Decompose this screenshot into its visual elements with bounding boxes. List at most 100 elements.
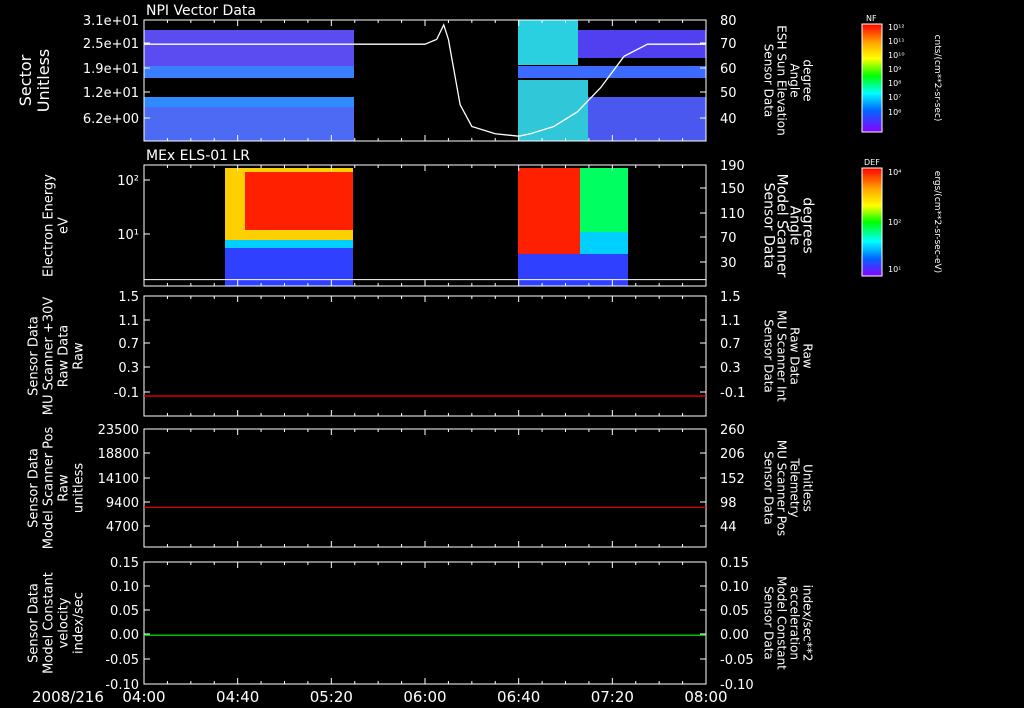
- y-tick-label-right: -0.05: [720, 653, 754, 668]
- y-tick-label-right: 44: [720, 520, 737, 535]
- y-tick-label-right: 150: [720, 182, 745, 197]
- y-tick-label-left: 0.7: [118, 337, 139, 352]
- colorbar-def: [861, 167, 883, 277]
- colorbar-tick-nf: 10⁹: [888, 65, 901, 74]
- npi-after-low-cyan: [518, 80, 588, 141]
- colorbar-tick-nf: 10¹¹: [888, 37, 905, 46]
- npi-after-upper: [518, 20, 578, 65]
- time-tick-label: 06:00: [403, 688, 446, 706]
- y-tick-label-left: 4700: [106, 520, 139, 535]
- npi-band-mid: [144, 66, 354, 78]
- y-tick-label-right: 0.05: [720, 604, 749, 619]
- y-tick-label-right: 70: [720, 37, 737, 52]
- colorbar-tick-nf: 10⁶: [888, 108, 901, 117]
- y-tick-label-right: 152: [720, 472, 745, 487]
- y-axis-label-left: Sensor Data: [27, 448, 42, 528]
- y-tick-label-right: 0.3: [720, 361, 741, 376]
- npi-heatmap: [144, 20, 706, 141]
- els-heatmap: [225, 168, 628, 286]
- y-tick-label-left: 6.2e+00: [83, 112, 139, 127]
- y-tick-label-right: 190: [720, 159, 745, 174]
- y-axis-label-right: Model Constant: [775, 576, 789, 670]
- y-tick-label-right: 110: [720, 207, 745, 222]
- y-axis-label-right: acceleration: [788, 586, 802, 660]
- y-axis-label-left: eV: [57, 217, 72, 234]
- y-tick-label-left: 14100: [98, 472, 139, 487]
- colorbar-tick-def: 10⁴: [888, 168, 901, 177]
- y-axis-label-left: Unitless: [34, 49, 53, 113]
- y-tick-label-left: 0.15: [110, 556, 139, 571]
- colorbar-tick-nf: 10⁷: [888, 93, 901, 102]
- y-axis-label-left: Raw Data: [57, 325, 72, 388]
- y-axis-label-right: Sensor Data: [762, 586, 776, 660]
- y-axis-label-right: degrees: [800, 197, 816, 253]
- y-tick-label-right: 40: [720, 112, 737, 127]
- y-tick-label-right: 260: [720, 423, 745, 438]
- els-block2-blue: [518, 254, 628, 286]
- y-tick-label-left: -0.1: [114, 386, 139, 401]
- y-tick-label-left: -0.05: [105, 653, 139, 668]
- y-tick-label-right: 0.7: [720, 337, 741, 352]
- els-block1-blue: [225, 248, 353, 286]
- y-tick-label-right: 0.00: [720, 628, 749, 643]
- els-block2-red: [518, 168, 580, 254]
- y-axis-label-left: velocity: [57, 597, 72, 648]
- colorbar-label-def: DEF: [864, 158, 880, 167]
- y-axis-label-left: unitless: [72, 463, 87, 514]
- colorbar-nf: [861, 23, 883, 133]
- els-block1-red: [245, 172, 353, 230]
- y-tick-label-left: 0.10: [110, 580, 139, 595]
- y-tick-label-left: 10¹: [117, 228, 139, 243]
- y-axis-label-left: Electron Energy: [42, 174, 57, 277]
- y-axis-label-left: MU Scanner +30V: [42, 297, 57, 416]
- colorbar-units-nf: cnts/(cm**2-sr-sec): [932, 35, 942, 122]
- y-tick-label-left: 0.00: [110, 628, 139, 643]
- y-axis-label-left: Sensor Data: [27, 583, 42, 663]
- y-tick-label-right: -0.1: [720, 386, 745, 401]
- y-tick-label-left: 3.1e+01: [83, 14, 139, 29]
- y-axis-label-left: index/sec: [72, 592, 87, 654]
- y-axis-label-right: Raw Data: [788, 327, 802, 385]
- y-tick-label-right: 50: [720, 86, 737, 101]
- panel-frame-5: [143, 561, 707, 685]
- time-tick-label: 05:20: [310, 688, 353, 706]
- y-axis-label-left: Raw: [72, 342, 87, 370]
- y-axis-label-right: Raw: [801, 343, 815, 368]
- time-tick-label: 07:20: [591, 688, 634, 706]
- npi-band-upper: [144, 30, 354, 66]
- npi-band-low1: [144, 97, 354, 107]
- y-axis-label-right: degree: [801, 59, 815, 101]
- date-label: 2008/216: [32, 688, 104, 706]
- y-tick-label-right: 70: [720, 231, 737, 246]
- y-tick-label-left: 9400: [106, 496, 139, 511]
- y-tick-label-left: 18800: [98, 447, 139, 462]
- y-tick-label-left: 2.5e+01: [83, 37, 139, 52]
- time-tick-label: 08:00: [684, 688, 727, 706]
- y-axis-label-left: Sector: [16, 54, 35, 106]
- colorbar-tick-nf: 10¹⁰: [888, 51, 905, 60]
- npi-band-low2: [144, 107, 354, 141]
- y-tick-label-left: 1.9e+01: [83, 62, 139, 77]
- y-tick-label-right: 98: [720, 496, 737, 511]
- y-axis-label-left: Sensor Data: [27, 316, 42, 396]
- time-tick-label: 04:00: [122, 688, 165, 706]
- y-tick-label-right: 1.5: [720, 290, 741, 305]
- y-axis-label-left: Model Scanner Pos: [42, 426, 57, 549]
- colorbar-tick-nf: 10⁸: [888, 79, 901, 88]
- y-axis-label-right: Sensor Data: [762, 451, 776, 525]
- y-axis-label-right: index/sec**2: [801, 585, 815, 662]
- y-tick-label-left: 0.05: [110, 604, 139, 619]
- colorbar-tick-def: 10¹: [888, 265, 901, 274]
- colorbar-tick-nf: 10¹²: [888, 23, 905, 32]
- panel-frame-4: [143, 428, 707, 548]
- panel-frame-3: [143, 295, 707, 417]
- y-tick-label-right: 60: [720, 62, 737, 77]
- y-axis-label-right: Sensor Data: [762, 319, 776, 393]
- y-tick-label-left: 1.1: [118, 314, 139, 329]
- y-tick-label-right: 1.1: [720, 314, 741, 329]
- y-tick-label-left: 1.5: [118, 290, 139, 305]
- y-axis-label-right: MU Scanner Pos: [775, 440, 789, 536]
- y-axis-label-right: MU Scanner Int: [775, 310, 789, 402]
- y-axis-label-left: Model Constant: [42, 572, 57, 674]
- y-axis-label-right: Unitless: [801, 464, 815, 512]
